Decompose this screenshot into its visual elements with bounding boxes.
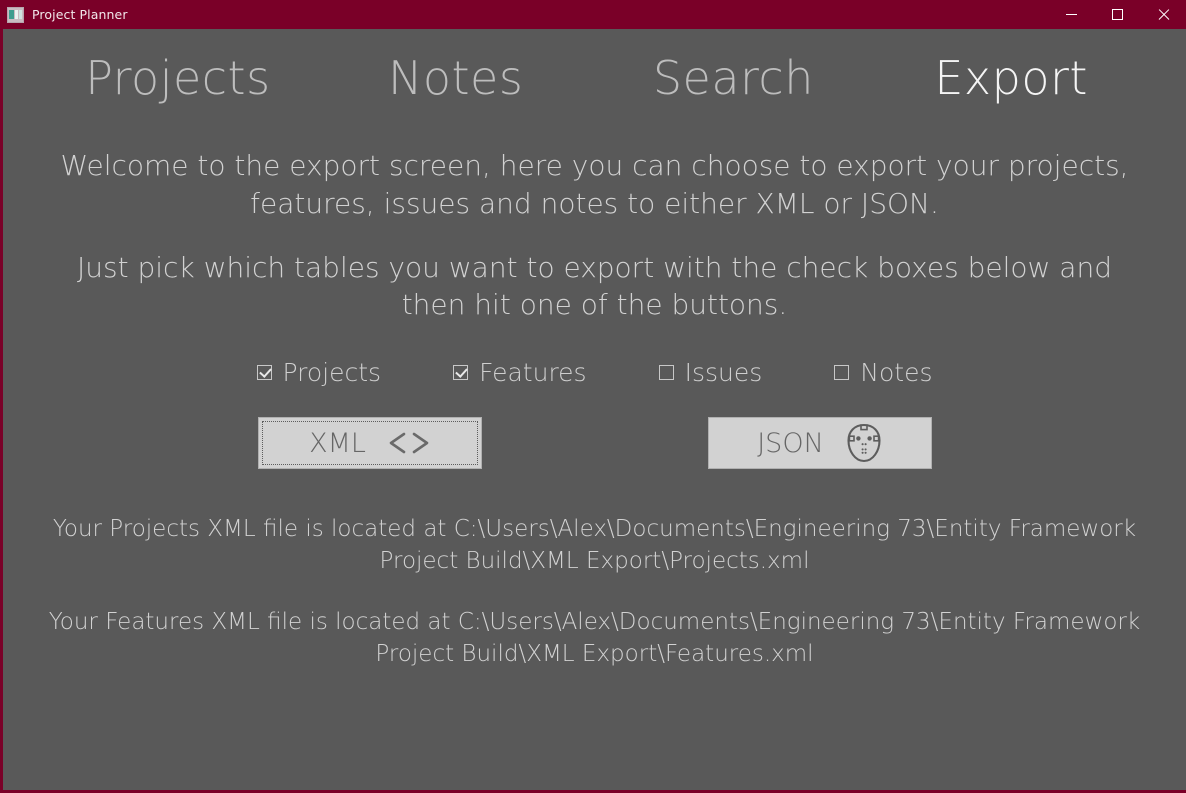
export-json-label: JSON [757, 427, 824, 459]
checkbox-projects[interactable]: Projects [256, 358, 382, 388]
export-xml-button[interactable]: XML [257, 417, 482, 470]
checkbox-notes-box[interactable] [834, 365, 850, 381]
tab-export[interactable]: Export [872, 55, 1150, 101]
title-bar[interactable]: Project Planner [0, 0, 1186, 29]
instruction-paragraph: Just pick which tables you want to expor… [77, 250, 1112, 322]
checkbox-issues-label: Issues [684, 358, 763, 388]
hockey-mask-icon [847, 424, 881, 463]
checkbox-notes[interactable]: Notes [834, 358, 932, 387]
close-button[interactable] [1140, 0, 1186, 29]
checkbox-projects-label: Projects [282, 358, 382, 388]
checkbox-notes-label: Notes [860, 358, 933, 388]
tab-search[interactable]: Search [595, 55, 873, 101]
tab-projects[interactable]: Projects [39, 55, 317, 101]
checkbox-features-label: Features [479, 358, 587, 388]
code-brackets-icon [389, 432, 429, 454]
minimize-button[interactable] [1048, 0, 1094, 29]
status-message-features: Your Features XML file is located at C:\… [48, 608, 1141, 667]
tab-notes[interactable]: Notes [317, 55, 595, 101]
checkbox-issues-box[interactable] [658, 365, 674, 381]
table-selection-group: Projects Features Issues Notes [3, 358, 1186, 387]
checkbox-projects-box[interactable] [256, 365, 272, 381]
checkbox-features[interactable]: Features [453, 358, 587, 387]
intro-paragraph: Welcome to the export screen, here you c… [60, 149, 1129, 220]
application-window: Project Planner Projects Notes Search Ex… [0, 0, 1186, 793]
app-window-icon [7, 6, 24, 23]
navigation-tabs: Projects Notes Search Export [3, 29, 1186, 101]
status-message-projects: Your Projects XML file is located at C:\… [52, 516, 1137, 575]
close-icon [1157, 8, 1170, 21]
window-title: Project Planner [32, 7, 128, 22]
export-json-button[interactable]: JSON [707, 417, 932, 470]
minimize-icon [1065, 14, 1077, 15]
client-area: Projects Notes Search Export Welcome to … [3, 29, 1186, 790]
maximize-icon [1111, 9, 1123, 20]
checkbox-issues[interactable]: Issues [658, 358, 763, 388]
export-xml-label: XML [309, 427, 366, 459]
checkbox-features-box[interactable] [453, 365, 469, 381]
maximize-button[interactable] [1094, 0, 1140, 29]
export-button-group: XML JSON [3, 417, 1186, 470]
